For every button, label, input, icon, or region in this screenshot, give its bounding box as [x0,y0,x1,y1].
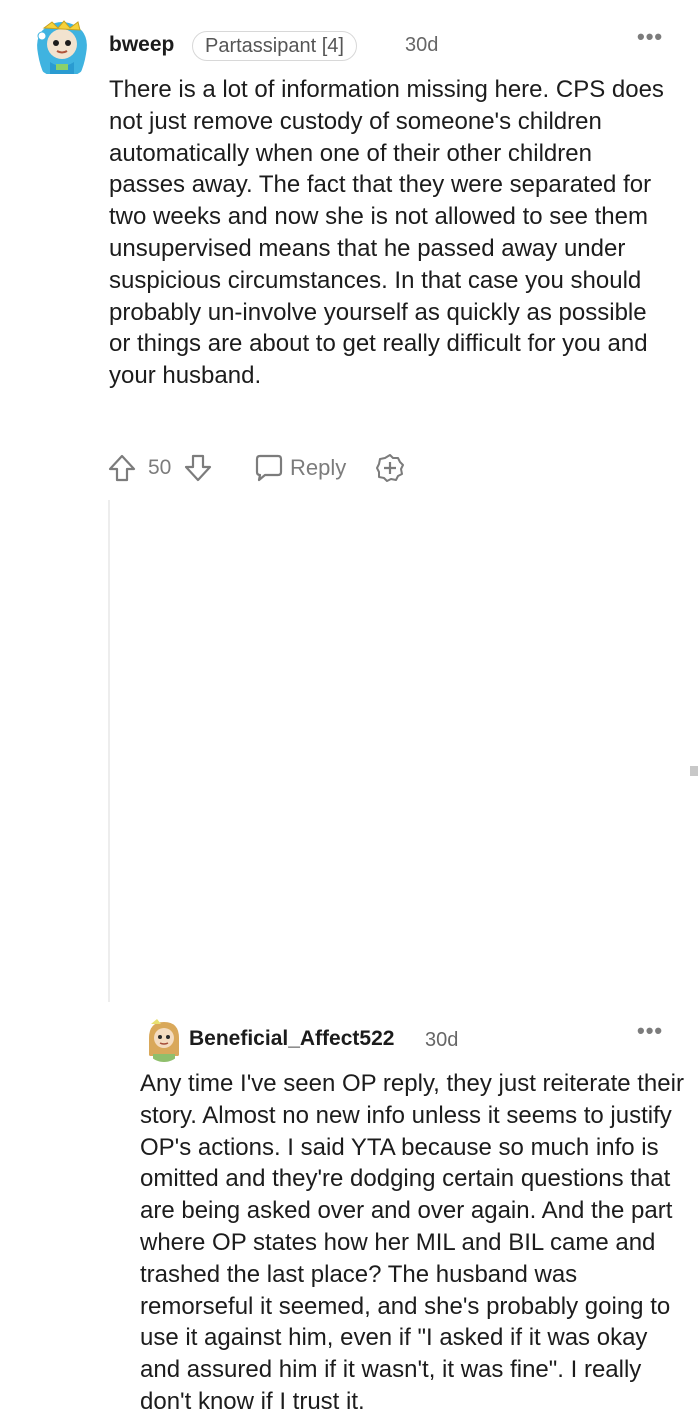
award-icon[interactable] [374,452,406,484]
avatar[interactable] [143,1016,185,1062]
user-flair: Partassipant [4] [192,31,357,61]
reply-icon [255,454,283,482]
scrollbar-thumb[interactable] [690,766,698,776]
upvote-icon[interactable] [106,452,138,484]
vote-score: 50 [148,456,172,479]
timestamp: 30d [405,34,439,56]
comment-body: There is a lot of information missing he… [109,76,664,390]
more-options-button[interactable]: ••• [637,24,663,50]
avatar-image [30,14,94,78]
comment: bweep Partassipant [4] 30d ••• There is … [0,0,700,500]
timestamp: 30d [425,1029,459,1051]
avatar[interactable] [30,14,94,78]
more-options-button[interactable]: ••• [637,1018,663,1044]
comment-body: Any time I've seen OP reply, they just r… [140,1070,684,1415]
username[interactable]: bweep [109,33,174,57]
reply-label: Reply [290,455,347,480]
downvote-icon[interactable] [182,452,214,484]
comment-reply: Beneficial_Affect522 30d ••• Any time I'… [0,500,700,1415]
comment-actions: 50 Reply [106,448,426,488]
avatar-image [143,1016,185,1062]
reply-button[interactable]: Reply [252,452,346,484]
username[interactable]: Beneficial_Affect522 [189,1027,394,1051]
